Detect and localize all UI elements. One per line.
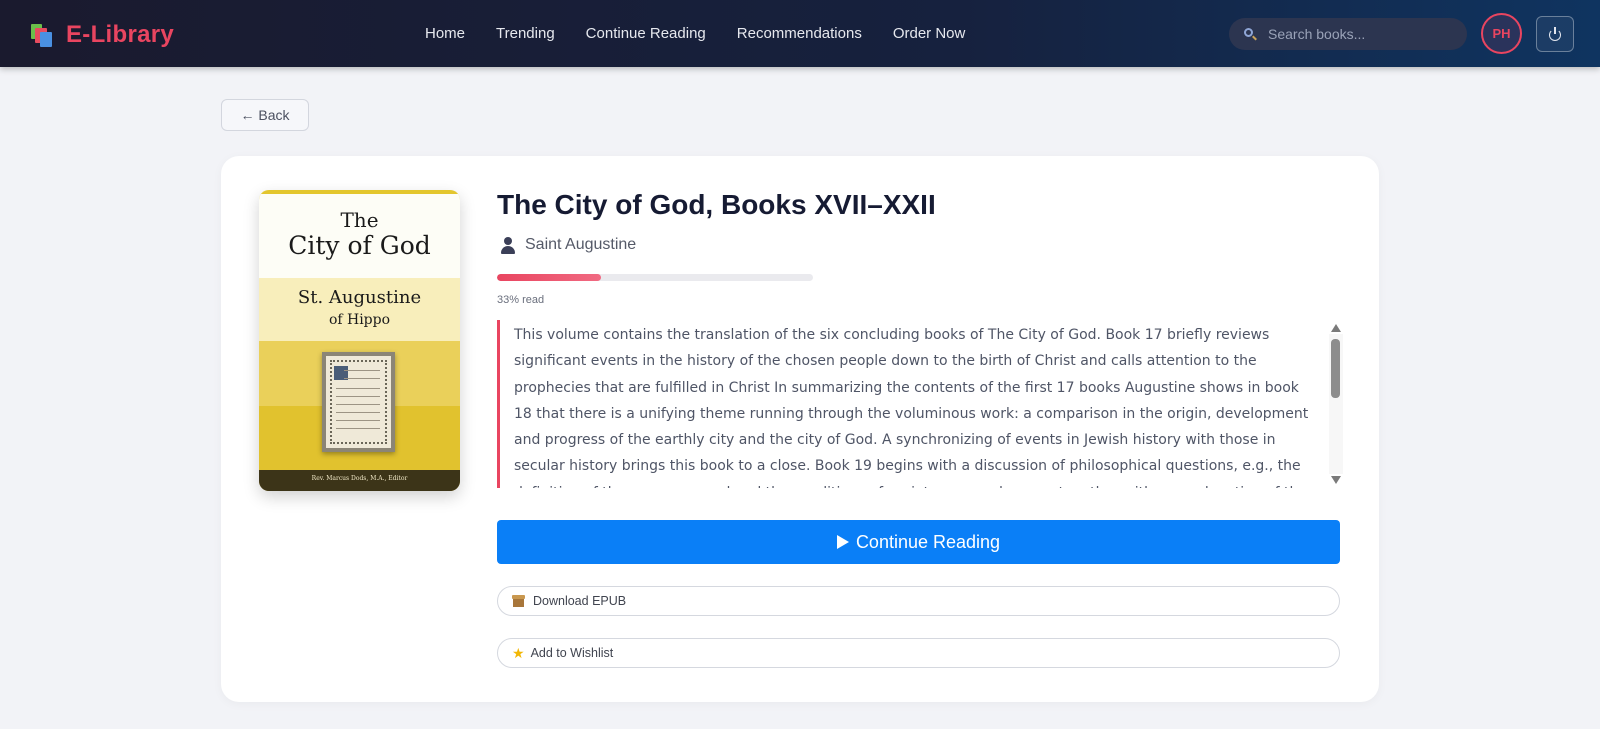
logout-button[interactable] (1536, 16, 1574, 52)
user-icon (500, 236, 516, 254)
add-to-wishlist-button[interactable]: ★ Add to Wishlist (497, 638, 1340, 668)
reading-progress-bar (497, 274, 813, 281)
brand-name: E-Library (66, 21, 175, 48)
author-name: Saint Augustine (525, 236, 637, 253)
nav-links: Home Trending Continue Reading Recommend… (425, 25, 996, 42)
nav-link-trending[interactable]: Trending (496, 25, 555, 42)
nav-link-order-now[interactable]: Order Now (893, 25, 966, 42)
top-navbar: E-Library Home Trending Continue Reading… (0, 0, 1600, 67)
play-icon (836, 535, 849, 549)
reading-progress-label: 33% read (497, 294, 545, 306)
power-icon (1548, 27, 1562, 41)
search-icon (1243, 27, 1257, 41)
add-to-wishlist-label: Add to Wishlist (530, 646, 614, 660)
books-logo-icon (28, 22, 56, 48)
continue-reading-button[interactable]: Continue Reading (497, 520, 1340, 564)
download-epub-button[interactable]: Download EPUB (497, 586, 1340, 616)
cover-illustration (322, 352, 395, 452)
nav-link-continue-reading[interactable]: Continue Reading (586, 25, 706, 42)
back-button[interactable]: ← Back (221, 99, 309, 131)
brand-logo[interactable]: E-Library (28, 20, 174, 50)
scroll-up-arrow-icon[interactable] (1331, 324, 1341, 332)
search-input[interactable] (1268, 26, 1458, 42)
cover-editor: Rev. Marcus Dods, M.A., Editor (311, 475, 408, 482)
book-cover: The City of God St. Augustine of Hippo R… (259, 190, 460, 491)
cover-the: The (340, 208, 379, 232)
nav-link-home[interactable]: Home (425, 25, 465, 42)
scroll-down-arrow-icon[interactable] (1331, 476, 1341, 484)
book-title: The City of God, Books XVII–XXII (497, 189, 936, 220)
package-icon (512, 595, 525, 607)
search-box[interactable] (1229, 18, 1467, 50)
book-detail-card: The City of God St. Augustine of Hippo R… (221, 156, 1379, 702)
reading-progress-fill (497, 274, 602, 281)
continue-reading-label: Continue Reading (855, 531, 1001, 552)
book-description: This volume contains the translation of … (514, 327, 1309, 488)
download-epub-label: Download EPUB (533, 594, 627, 608)
cover-author-place: of Hippo (328, 312, 391, 328)
cover-title: City of God (288, 231, 431, 260)
book-description-box[interactable]: This volume contains the translation of … (497, 320, 1332, 488)
cover-author: St. Augustine (297, 287, 422, 308)
star-icon: ★ (512, 645, 525, 661)
nav-link-recommendations[interactable]: Recommendations (737, 25, 862, 42)
description-scrollbar-thumb[interactable] (1331, 339, 1340, 398)
user-avatar[interactable]: PH (1481, 13, 1522, 54)
author-row: Saint Augustine (500, 236, 636, 254)
